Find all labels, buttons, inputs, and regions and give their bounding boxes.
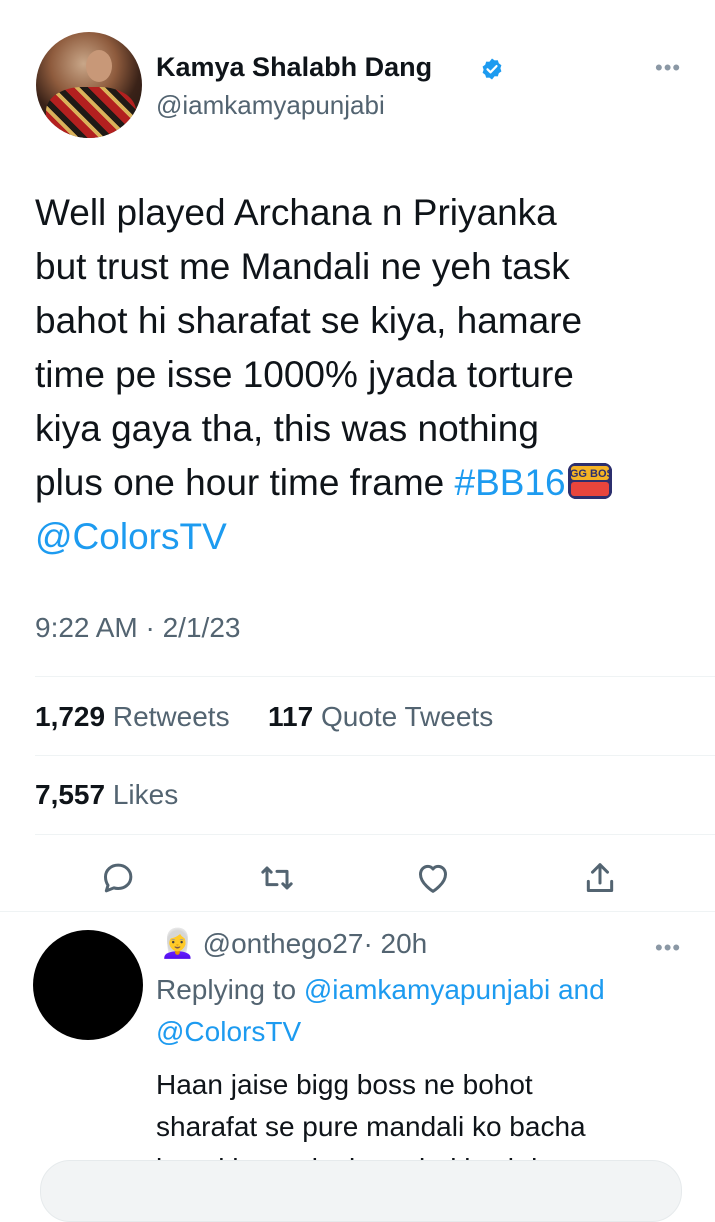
hashtag-link[interactable]: #BB16 bbox=[455, 462, 566, 503]
quotes-count: 117 bbox=[268, 701, 314, 732]
avatar-face bbox=[86, 50, 112, 82]
divider bbox=[35, 834, 715, 835]
tweet-text: Well played Archana n Priyanka but trust… bbox=[35, 186, 695, 564]
author-avatar[interactable] bbox=[36, 32, 142, 138]
reply-header: 👩‍🦳 @onthego27· 20h bbox=[160, 924, 427, 964]
replying-to: Replying to @iamkamyapunjabi and @Colors… bbox=[156, 969, 676, 1053]
likes-label: Likes bbox=[112, 779, 179, 810]
reply-icon[interactable] bbox=[98, 858, 138, 898]
replying-prefix: Replying to bbox=[156, 974, 304, 1005]
retweet-icon[interactable] bbox=[257, 858, 297, 898]
divider bbox=[35, 755, 715, 756]
reply-avatar[interactable] bbox=[33, 930, 143, 1040]
bigg-boss-hashflag-icon: BIGG BOSS bbox=[567, 463, 612, 499]
likes-count: 7,557 bbox=[35, 779, 106, 810]
tweet-timestamp[interactable]: 9:22 AM · 2/1/23 bbox=[35, 608, 240, 648]
avatar-sari bbox=[46, 87, 136, 138]
author-handle[interactable]: @iamkamyapunjabi bbox=[156, 88, 385, 122]
reply-time[interactable]: · 20h bbox=[363, 928, 427, 959]
likes-stat[interactable]: 7,557 Likes bbox=[35, 775, 178, 815]
reply-user-emoji: 👩‍🦳 bbox=[160, 928, 195, 959]
share-icon[interactable] bbox=[580, 858, 620, 898]
tweet-body-text: Well played Archana n Priyanka but trust… bbox=[35, 192, 583, 503]
retweets-stat[interactable]: 1,729 Retweets bbox=[35, 697, 230, 737]
like-icon[interactable] bbox=[413, 858, 453, 898]
divider bbox=[35, 676, 715, 677]
quotes-label: Quote Tweets bbox=[320, 701, 494, 732]
replying-to-link-1[interactable]: @iamkamyapunjabi bbox=[304, 974, 550, 1005]
reply-handle[interactable]: @onthego27 bbox=[203, 928, 364, 959]
reply-compose-bar[interactable] bbox=[40, 1160, 682, 1222]
replying-and: and bbox=[550, 974, 605, 1005]
retweets-label: Retweets bbox=[112, 701, 230, 732]
replying-to-link-2[interactable]: @ColorsTV bbox=[156, 1016, 301, 1047]
reply-more-options-icon[interactable]: ••• bbox=[655, 937, 681, 959]
mention-link[interactable]: @ColorsTV bbox=[35, 516, 227, 557]
verified-badge-icon bbox=[482, 58, 502, 80]
retweets-count: 1,729 bbox=[35, 701, 106, 732]
author-name[interactable]: Kamya Shalabh Dang bbox=[156, 49, 432, 85]
bigg-text: BIGG BOSS bbox=[568, 468, 612, 480]
more-options-icon[interactable]: ••• bbox=[655, 57, 681, 79]
divider bbox=[0, 911, 715, 912]
quote-tweets-stat[interactable]: 117 Quote Tweets bbox=[268, 697, 493, 737]
